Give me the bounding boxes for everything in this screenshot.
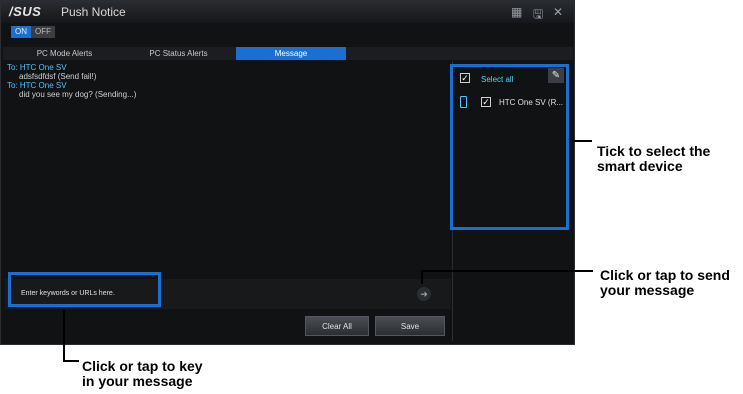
callout-line-select <box>572 140 592 142</box>
message-recipient: To: HTC One SV <box>7 81 67 90</box>
close-icon[interactable]: ✕ <box>553 5 563 19</box>
tab-pc-status-alerts[interactable]: PC Status Alerts <box>121 47 236 60</box>
toggle-off[interactable]: OFF <box>31 26 55 38</box>
callout-line-send-drop <box>421 270 423 284</box>
callout-key-in: Click or tap to key in your message <box>82 359 203 389</box>
input-highlight <box>8 272 161 307</box>
callout-line-key <box>63 310 65 362</box>
asus-logo: /SUS <box>9 4 42 19</box>
send-icon[interactable]: ➜ <box>417 287 431 301</box>
callout-key-line2: in your message <box>82 373 193 389</box>
action-bar: Clear All Save <box>5 313 451 341</box>
callout-select-device: Tick to select the smart device <box>597 144 710 174</box>
callout-select-line1: Tick to select the <box>597 143 711 159</box>
save-button[interactable]: Save <box>375 316 445 336</box>
clear-all-button[interactable]: Clear All <box>305 316 369 336</box>
callout-key-line1: Click or tap to key <box>82 358 203 374</box>
message-text: did you see my dog? (Sending...) <box>19 90 137 99</box>
save-icon[interactable]: 🖫 <box>533 5 543 26</box>
device-list-highlight <box>450 64 569 230</box>
tab-bar: PC Mode Alerts PC Status Alerts Message <box>3 47 573 60</box>
message-history: To: HTC One SV adsfsdfdsf (Send fail!) T… <box>5 61 450 279</box>
tab-message[interactable]: Message <box>236 47 346 60</box>
title-bar: /SUS Push Notice ▦ 🖫 ✕ <box>1 1 574 23</box>
callout-send-line1: Click or tap to send <box>600 267 730 283</box>
callout-line-key-end <box>63 360 79 362</box>
on-off-toggle[interactable]: ON OFF <box>11 26 55 38</box>
grid-icon[interactable]: ▦ <box>511 5 522 19</box>
callout-send: Click or tap to send your message <box>600 268 730 298</box>
callout-line-send <box>421 270 593 272</box>
tab-pc-mode-alerts[interactable]: PC Mode Alerts <box>7 47 122 60</box>
message-recipient: To: HTC One SV <box>7 63 67 72</box>
toggle-on[interactable]: ON <box>11 26 31 38</box>
message-text: adsfsdfdsf (Send fail!) <box>19 72 97 81</box>
callout-select-line2: smart device <box>597 158 683 174</box>
app-title: Push Notice <box>61 5 126 19</box>
callout-send-line2: your message <box>600 282 695 298</box>
